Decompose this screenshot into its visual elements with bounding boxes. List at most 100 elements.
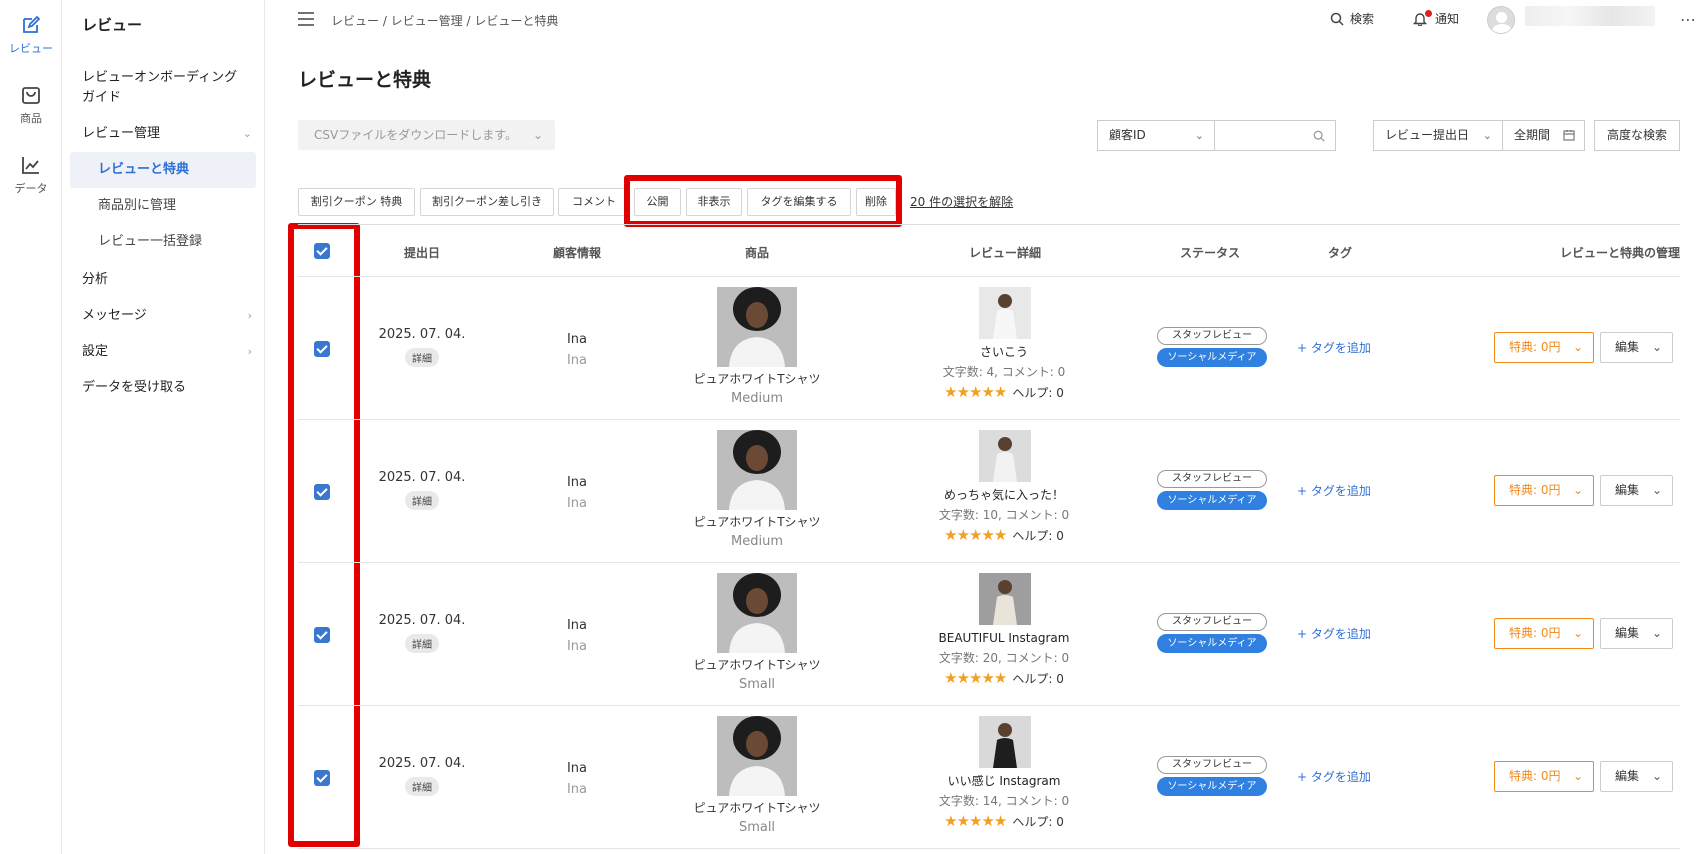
- sidebar-messages-label: メッセージ: [82, 308, 147, 323]
- review-date-select[interactable]: レビュー提出日 ⌄: [1373, 120, 1503, 151]
- social-media-badge: ソーシャルメディア: [1157, 634, 1267, 653]
- review-image[interactable]: [979, 287, 1031, 339]
- row-checkbox[interactable]: [314, 341, 330, 357]
- row-date-cell: 2025. 07. 04. 詳細: [352, 470, 492, 510]
- coupon-deduct-button[interactable]: 割引クーポン差し引き: [420, 188, 554, 216]
- add-tag-link[interactable]: + タグを追加: [1297, 768, 1371, 785]
- delete-button[interactable]: 削除: [856, 188, 896, 216]
- edit-label: 編集: [1615, 769, 1640, 783]
- row-date: 2025. 07. 04.: [378, 756, 466, 771]
- review-meta: 文字数: 14, コメント: 0: [938, 794, 1070, 808]
- review-meta: 文字数: 10, コメント: 0: [938, 508, 1070, 522]
- product-info: ピュアホワイトTシャツ Small: [657, 798, 857, 838]
- row-checkbox[interactable]: [314, 770, 330, 786]
- rail-label-review: レビュー: [9, 42, 53, 55]
- row-date: 2025. 07. 04.: [378, 327, 466, 342]
- product-image[interactable]: [717, 287, 797, 367]
- sidebar-review-mgmt-label: レビュー管理: [82, 126, 161, 141]
- customer-id: Ina: [566, 782, 588, 797]
- notice-button[interactable]: 通知: [1412, 9, 1459, 27]
- detail-badge[interactable]: 詳細: [405, 348, 439, 367]
- row-customer-cell: Ina Ina: [517, 472, 637, 514]
- sidebar-item-messages[interactable]: メッセージ ›: [82, 306, 252, 326]
- helpful-count: ヘルプ: 0: [1012, 529, 1064, 543]
- benefit-dropdown[interactable]: 特典: 0円 ⌄: [1494, 618, 1594, 649]
- search-button[interactable]: 検索: [1330, 10, 1374, 27]
- customer-id-select[interactable]: 顧客ID ⌄: [1097, 120, 1215, 151]
- customer-name: Ina: [566, 618, 588, 633]
- product-image[interactable]: [717, 716, 797, 796]
- comment-button[interactable]: コメント: [558, 188, 630, 216]
- detail-badge[interactable]: 詳細: [405, 777, 439, 796]
- benefit-dropdown[interactable]: 特典: 0円 ⌄: [1494, 332, 1594, 363]
- chevron-down-icon: ⌄: [1572, 769, 1583, 783]
- chevron-down-icon: ⌄: [1651, 340, 1662, 354]
- chevron-down-icon: ⌄: [1572, 483, 1583, 497]
- sidebar-item-analysis[interactable]: 分析: [82, 270, 252, 290]
- sidebar-settings-label: 設定: [82, 344, 109, 359]
- row-customer-cell: Ina Ina: [517, 329, 637, 371]
- csv-download-select[interactable]: CSVファイルをダウンロードします。 ⌄: [298, 120, 555, 150]
- row-customer-cell: Ina Ina: [517, 758, 637, 800]
- star-rating: ★★★★★: [944, 669, 1007, 687]
- page-title: レビューと特典: [298, 69, 432, 91]
- search-icon: [1313, 130, 1325, 142]
- chevron-down-icon: ⌄: [1651, 483, 1662, 497]
- edit-dropdown[interactable]: 編集 ⌄: [1600, 332, 1673, 363]
- hamburger-icon[interactable]: [298, 12, 314, 26]
- helpful-count: ヘルプ: 0: [1012, 672, 1064, 686]
- edit-label: 編集: [1615, 626, 1640, 640]
- edit-tags-button[interactable]: タグを編集する: [747, 188, 851, 216]
- header-status: ステータス: [1179, 246, 1240, 260]
- benefit-dropdown[interactable]: 特典: 0円 ⌄: [1494, 475, 1594, 506]
- coupon-benefit-button[interactable]: 割引クーポン 特典: [298, 188, 415, 216]
- sidebar-item-onboarding[interactable]: レビューオンボーディング ガイド: [82, 68, 252, 108]
- rail-item-review[interactable]: レビュー: [0, 14, 62, 56]
- select-all-checkbox[interactable]: [314, 243, 330, 259]
- edit-dropdown[interactable]: 編集 ⌄: [1600, 761, 1673, 792]
- sidebar-sub-reviews[interactable]: レビューと特典: [70, 152, 256, 188]
- sidebar-sub-bulk[interactable]: レビュー一括登録: [70, 224, 256, 260]
- benefit-dropdown[interactable]: 特典: 0円 ⌄: [1494, 761, 1594, 792]
- row-checkbox[interactable]: [314, 484, 330, 500]
- customer-id: Ina: [566, 496, 588, 511]
- customer-id-label: 顧客ID: [1109, 128, 1146, 142]
- period-picker[interactable]: 全期間: [1502, 120, 1585, 151]
- rail-item-data[interactable]: データ: [0, 154, 62, 196]
- hide-button[interactable]: 非表示: [686, 188, 742, 216]
- product-image[interactable]: [717, 573, 797, 653]
- review-image[interactable]: [979, 430, 1031, 482]
- sidebar-item-review-mgmt[interactable]: レビュー管理 ⌄: [82, 124, 252, 144]
- add-tag-link[interactable]: + タグを追加: [1297, 625, 1371, 642]
- add-tag-link[interactable]: + タグを追加: [1297, 339, 1371, 356]
- edit-dropdown[interactable]: 編集 ⌄: [1600, 475, 1673, 506]
- search-label: 検索: [1350, 12, 1375, 26]
- row-divider: [298, 705, 1680, 706]
- chevron-right-icon: ›: [247, 309, 252, 322]
- sidebar-item-settings[interactable]: 設定 ›: [82, 342, 252, 362]
- sidebar-item-receive-data[interactable]: データを受け取る: [82, 378, 252, 398]
- detail-badge[interactable]: 詳細: [405, 634, 439, 653]
- product-name: ピュアホワイトTシャツ: [693, 372, 821, 386]
- review-info: さいこう 文字数: 4, コメント: 0 ★★★★★ ヘルプ: 0: [884, 342, 1124, 403]
- deselect-link[interactable]: 20 件の選択を解除: [910, 193, 1013, 210]
- detail-badge[interactable]: 詳細: [405, 491, 439, 510]
- edit-dropdown[interactable]: 編集 ⌄: [1600, 618, 1673, 649]
- review-info: いい感じ Instagram 文字数: 14, コメント: 0 ★★★★★ ヘルプ…: [884, 771, 1124, 832]
- avatar[interactable]: [1487, 6, 1515, 34]
- sidebar-sub-by-product[interactable]: 商品別に管理: [70, 188, 256, 224]
- search-input[interactable]: [1214, 120, 1336, 151]
- add-tag-link[interactable]: + タグを追加: [1297, 482, 1371, 499]
- advanced-search-button[interactable]: 高度な検索: [1594, 120, 1680, 151]
- review-image[interactable]: [979, 716, 1031, 768]
- rail-item-product[interactable]: 商品: [0, 84, 62, 126]
- row-customer-cell: Ina Ina: [517, 615, 637, 657]
- publish-button[interactable]: 公開: [634, 188, 681, 216]
- product-info: ピュアホワイトTシャツ Medium: [657, 512, 857, 552]
- more-icon[interactable]: ⋯: [1680, 10, 1696, 29]
- row-checkbox[interactable]: [314, 627, 330, 643]
- review-image[interactable]: [979, 573, 1031, 625]
- benefit-label: 特典: 0円: [1509, 626, 1561, 640]
- staff-review-badge: スタッフレビュー: [1157, 470, 1267, 488]
- product-image[interactable]: [717, 430, 797, 510]
